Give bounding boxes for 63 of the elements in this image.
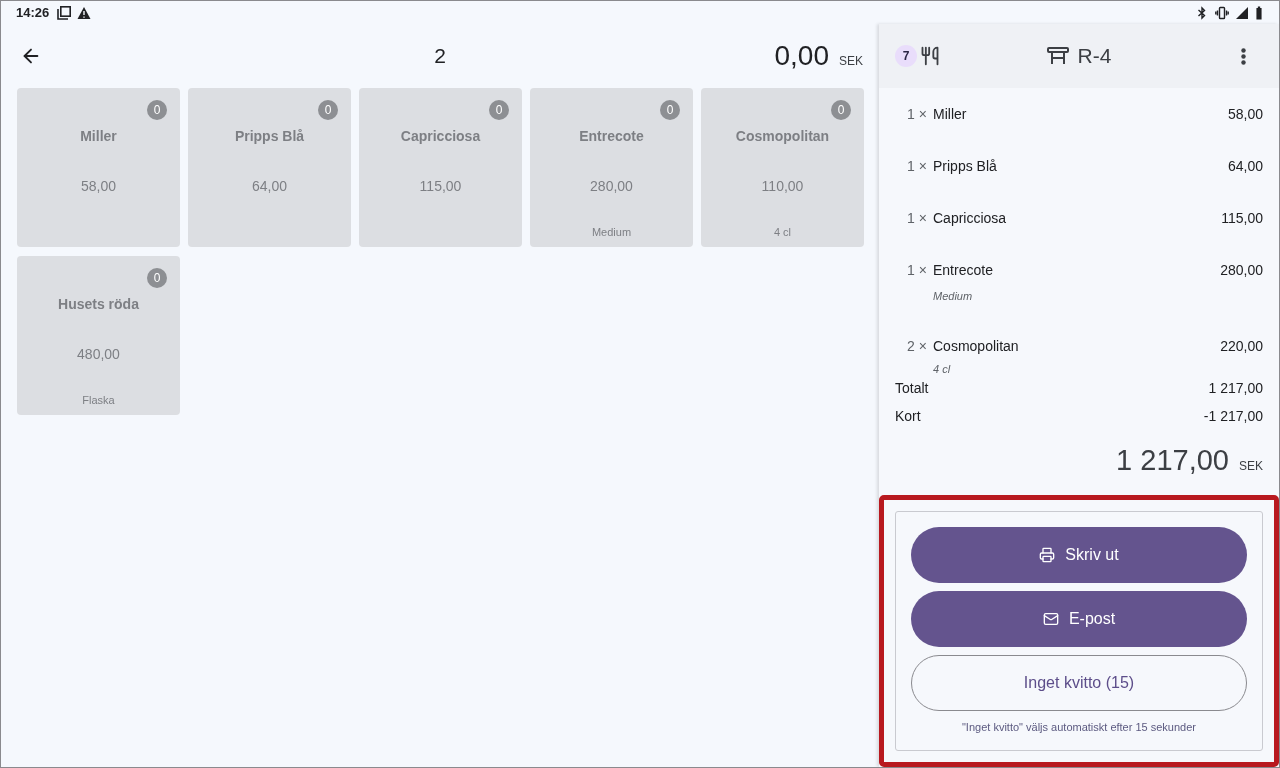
table-name: R-4: [1077, 44, 1112, 68]
status-time: 14:26: [16, 5, 50, 20]
product-price: 280,00: [590, 177, 633, 196]
product-price: 58,00: [80, 177, 116, 196]
line-item-name: Pripps Blå: [933, 157, 997, 176]
count-badge: 0: [318, 100, 338, 120]
signal-icon: [1235, 5, 1249, 20]
line-quantity: 1 ×: [907, 209, 928, 228]
product-price: 115,00: [419, 177, 462, 196]
product-name: Entrecote: [579, 127, 644, 146]
count-badge: 0: [489, 100, 509, 120]
product-price: 480,00: [77, 345, 120, 364]
amount-due: 0,00: [774, 40, 829, 72]
line-quantity: 1 ×: [907, 157, 928, 176]
page-title: 2: [434, 44, 446, 68]
copy-icon: [57, 5, 72, 20]
total-label: Kort: [895, 407, 921, 426]
total-amount: 1 217,00: [1208, 379, 1263, 398]
email-receipt-button[interactable]: E-post: [911, 591, 1247, 647]
grand-total: 1 217,00: [1116, 443, 1229, 478]
line-price: 58,00: [1227, 105, 1263, 124]
total-amount: -1 217,00: [1203, 407, 1263, 426]
warning-icon: [77, 5, 92, 20]
count-badge: 0: [831, 100, 851, 120]
line-price: 64,00: [1227, 157, 1263, 176]
line-quantity: 2 ×: [907, 337, 928, 356]
more-vertical-icon: [1241, 47, 1246, 65]
count-badge: 0: [147, 268, 167, 288]
currency-label: SEK: [1239, 459, 1263, 473]
product-name: Husets röda: [58, 295, 139, 314]
total-label: Totalt: [895, 379, 929, 398]
product-name: Miller: [80, 127, 117, 146]
count-badge: 0: [660, 100, 680, 120]
product-note: 4 cl: [773, 225, 792, 240]
product-name: Capricciosa: [400, 127, 481, 146]
line-note: Medium: [933, 289, 973, 304]
line-price: 220,00: [1220, 337, 1263, 356]
printer-icon: [1039, 547, 1056, 563]
line-item-name: Cosmopolitan: [933, 337, 1019, 356]
product-price: 110,00: [761, 177, 804, 196]
line-note: 4 cl: [933, 362, 951, 376]
product-price: 64,00: [251, 177, 287, 196]
print-receipt-button[interactable]: Skriv ut: [911, 527, 1247, 583]
line-price: 280,00: [1220, 261, 1263, 280]
mail-icon: [1042, 611, 1059, 627]
product-name: Cosmopolitan: [735, 127, 830, 146]
line-quantity: 1 ×: [907, 105, 928, 124]
auto-select-hint: "Inget kvitto" väljs automatiskt efter 15 sekunder: [960, 720, 1197, 735]
count-badge: 0: [147, 100, 167, 120]
line-item-name: Entrecote: [933, 261, 993, 280]
table-icon: [1046, 47, 1069, 65]
line-price: 115,00: [1221, 209, 1263, 228]
battery-icon: [1255, 5, 1263, 20]
product-note: Flaska: [82, 393, 115, 408]
line-item-name: Miller: [933, 105, 967, 124]
product-name: Pripps Blå: [234, 127, 305, 146]
vibrate-icon: [1215, 5, 1229, 20]
fork-knife-icon: [920, 46, 940, 66]
currency-label: SEK: [839, 54, 863, 68]
line-quantity: 1 ×: [907, 261, 928, 280]
product-note: Medium: [591, 225, 632, 240]
line-item-name: Capricciosa: [933, 209, 1007, 228]
covers-badge: 7: [895, 45, 917, 67]
